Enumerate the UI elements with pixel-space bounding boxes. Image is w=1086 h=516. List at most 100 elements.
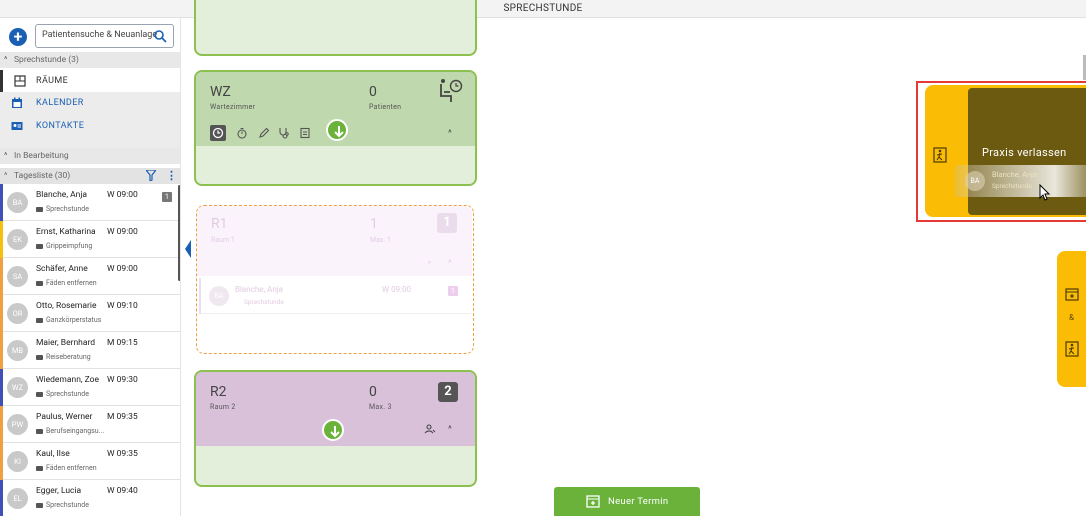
list-item[interactable]: EL Egger, Lucia W 09:40 Sprechstunde — [0, 480, 180, 516]
row-color-bar — [0, 406, 3, 443]
nav-item-kalender-label: KALENDER — [36, 98, 84, 108]
avatar: BA — [7, 192, 28, 213]
section-sprechstunde[interactable]: ^ Sprechstunde (3) — [0, 52, 180, 68]
row-color-bar — [0, 184, 3, 221]
avatar: KI — [7, 451, 28, 472]
patient-reason-text: Reiseberatung — [46, 353, 91, 361]
list-item[interactable]: OR Otto, Rosemarie W 09:10 Ganzkörperstatus — [0, 295, 180, 332]
list-item[interactable]: SA Schäfer, Anne W 09:00 Fäden entfernen — [0, 258, 180, 295]
nav-item-raeume[interactable]: RÄUME — [0, 70, 180, 92]
edit-icon[interactable] — [258, 127, 270, 139]
patient-name: Ernst, Katharina — [36, 227, 96, 237]
quick-actions-tab[interactable]: & — [1057, 251, 1086, 387]
drop-target-button[interactable] — [322, 419, 344, 441]
patient-number-badge: 1 — [162, 192, 172, 202]
list-item[interactable]: KI Kaul, Ilse W 09:35 Fäden entfernen — [0, 443, 180, 480]
patient-time: M 09:35 — [107, 412, 138, 422]
timer-icon[interactable] — [236, 127, 248, 139]
patient-reason-text: Grippeimpfung — [46, 242, 93, 250]
patient-reason: Ganzkörperstatus — [36, 316, 101, 324]
search-icon[interactable] — [153, 29, 167, 43]
add-patient-button[interactable]: + — [9, 28, 27, 46]
room-count-label: Max. 3 — [369, 403, 392, 411]
patient-name: Paulus, Werner — [36, 412, 93, 422]
avatar: BA — [209, 286, 229, 306]
patient-reason-text: Fäden entfernen — [46, 464, 97, 472]
room-card-r1[interactable]: R1 Raum 1 1 Max. 1 1 ⚬ ^ BA Blanche, Anj… — [196, 205, 474, 354]
section-tagesliste[interactable]: ^ Tagesliste (30) ⋮ — [0, 168, 180, 184]
patient-reason: Grippeimpfung — [36, 242, 92, 250]
page-title: SPRECHSTUNDE — [0, 0, 1086, 18]
drop-target-button[interactable] — [326, 119, 348, 141]
avatar: SA — [7, 266, 28, 287]
search-input[interactable]: Patientensuche & Neuanlage — [35, 24, 174, 48]
patient-time: M 09:15 — [107, 338, 138, 348]
person-icon[interactable] — [424, 424, 436, 434]
tag-icon — [36, 243, 43, 249]
patient-name: Otto, Rosemarie — [36, 301, 97, 311]
patient-time: W 09:00 — [107, 227, 138, 237]
more-menu-icon[interactable]: ⋮ — [166, 168, 177, 184]
filter-icon[interactable] — [146, 170, 156, 181]
chevron-up-icon[interactable]: ^ — [448, 425, 452, 435]
avatar: PW — [7, 414, 28, 435]
document-icon[interactable] — [299, 127, 311, 139]
collapse-sidebar-handle[interactable] — [185, 240, 191, 258]
patient-name: Blanche, Anja — [235, 285, 283, 294]
chevron-up-icon: ^ — [4, 151, 8, 160]
patient-time: W 09:00 — [107, 190, 138, 200]
room-number-badge: 1 — [437, 213, 457, 233]
tag-icon — [36, 465, 43, 471]
patient-reason: Fäden entfernen — [36, 279, 97, 287]
room-card-r2[interactable]: R2 Raum 2 0 Max. 3 2 ^ — [194, 370, 477, 487]
room-card-r2-header: R2 Raum 2 0 Max. 3 2 ^ — [196, 372, 475, 446]
chevron-up-icon: ^ — [448, 259, 452, 269]
tag-icon — [36, 280, 43, 286]
arrow-down-icon — [330, 426, 340, 438]
list-item[interactable]: EK Ernst, Katharina W 09:00 Grippeimpfung — [0, 221, 180, 258]
room-r1-patient-row[interactable]: BA Blanche, Anja Sprechstunde W 09:00 1 — [199, 278, 471, 314]
row-color-bar — [0, 443, 3, 480]
patient-name: Egger, Lucia — [36, 486, 82, 496]
waiting-room-icon — [440, 79, 463, 102]
chevron-up-icon: ^ — [4, 171, 8, 180]
list-item[interactable]: WZ Wiedemann, Zoe W 09:30 Sprechstunde — [0, 369, 180, 406]
section-sprechstunde-label: Sprechstunde (3) — [14, 55, 79, 65]
clock-filter-button[interactable] — [210, 125, 226, 141]
room-subtitle: Raum 1 — [211, 236, 235, 244]
room-card-top-partial — [194, 0, 477, 56]
stethoscope-icon[interactable] — [278, 127, 290, 139]
room-card-wz-header: WZ Wartezimmer 0 Patienten ^ — [196, 72, 475, 146]
nav-item-kontakte[interactable]: KONTAKTE — [0, 115, 180, 137]
tag-icon — [36, 502, 43, 508]
list-scrollbar[interactable] — [178, 185, 180, 281]
list-item[interactable]: BA Blanche, Anja W 09:00 Sprechstunde 1 — [0, 184, 180, 221]
new-appointment-button[interactable]: Neuer Termin — [554, 487, 700, 516]
room-title: WZ — [210, 84, 231, 100]
patient-reason-text: Sprechstunde — [46, 501, 89, 509]
row-color-bar — [0, 369, 3, 406]
list-item[interactable]: MB Maier, Bernhard M 09:15 Reiseberatung — [0, 332, 180, 369]
room-card-wz[interactable]: WZ Wartezimmer 0 Patienten ^ — [194, 70, 477, 186]
row-color-bar — [0, 332, 3, 369]
list-item[interactable]: PW Paulus, Werner M 09:35 Berufseingangsu..… — [0, 406, 180, 443]
patient-name: Kaul, Ilse — [36, 449, 70, 459]
row-color-bar — [0, 221, 3, 258]
room-count-label: Max. 1 — [370, 236, 391, 244]
avatar: OR — [7, 303, 28, 324]
patient-name: Wiedemann, Zoe — [36, 375, 100, 385]
exit-icon[interactable] — [1065, 341, 1079, 357]
calendar-add-icon — [586, 495, 600, 508]
chevron-up-icon[interactable]: ^ — [448, 129, 452, 139]
search-placeholder: Patientensuche & Neuanlage — [42, 30, 158, 40]
calendar-add-icon[interactable] — [1065, 287, 1079, 301]
nav-item-kalender[interactable]: KALENDER — [0, 92, 180, 114]
patient-name: Blanche, Anja — [36, 190, 87, 200]
row-color-bar — [0, 295, 3, 332]
tag-icon — [36, 428, 43, 434]
nav-item-raeume-label: RÄUME — [36, 76, 69, 86]
patient-time: W 09:00 — [382, 285, 412, 294]
section-in-bearbeitung[interactable]: ^ In Bearbeitung — [0, 148, 180, 164]
room-title: R2 — [210, 384, 227, 400]
patient-reason-text: Berufseingangsu... — [46, 427, 105, 435]
